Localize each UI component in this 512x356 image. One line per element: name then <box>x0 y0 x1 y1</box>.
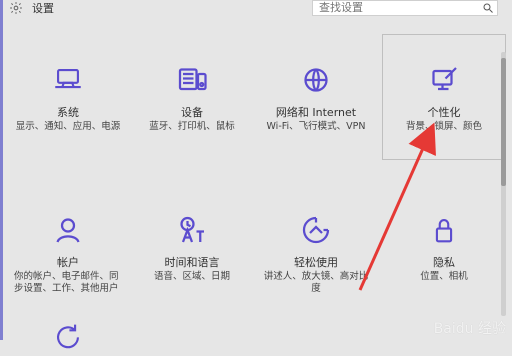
tile-description: 显示、通知、应用、电源 <box>15 121 121 132</box>
globe-icon <box>296 60 336 100</box>
watermark: Baidu 经验 <box>433 321 506 337</box>
tile-time-language[interactable]: 时间和语言 语音、区域、日期 <box>130 184 254 310</box>
tile-description: Wi-Fi、飞行模式、VPN <box>266 121 366 132</box>
time-language-icon <box>172 210 212 250</box>
tile-title: 轻松使用 <box>294 256 338 269</box>
tile-ease-of-access[interactable]: 轻松使用 讲述人、放大镜、高对比度 <box>254 184 378 310</box>
tile-description: 背景、锁屏、颜色 <box>405 121 482 132</box>
tile-title: 设备 <box>181 106 203 119</box>
tile-description: 位置、相机 <box>420 271 468 282</box>
tile-network[interactable]: 网络和 Internet Wi-Fi、飞行模式、VPN <box>254 34 378 160</box>
tile-title: 时间和语言 <box>164 256 220 269</box>
tile-description: 你的帐户、电子邮件、同步设置、工作、其他用户 <box>14 271 119 294</box>
tile-devices[interactable]: 设备 蓝牙、打印机、鼠标 <box>130 34 254 160</box>
ease-of-access-icon <box>296 210 336 250</box>
tile-title: 帐户 <box>57 256 79 269</box>
scrollbar-thumb[interactable] <box>501 58 506 186</box>
tile-description: 讲述人、放大镜、高对比度 <box>263 271 369 294</box>
search-input[interactable] <box>313 1 482 15</box>
lock-icon <box>424 210 464 250</box>
tile-personalization[interactable]: 个性化 背景、锁屏、颜色 <box>382 34 506 160</box>
tile-system[interactable]: 系统 显示、通知、应用、电源 <box>6 34 130 160</box>
devices-icon <box>172 60 212 100</box>
gear-icon <box>8 0 24 16</box>
tile-title: 隐私 <box>433 256 455 269</box>
user-icon <box>48 210 88 250</box>
settings-header: 设置 <box>8 0 54 16</box>
tile-title: 个性化 <box>427 106 461 119</box>
search-box[interactable] <box>312 0 498 16</box>
refresh-icon <box>48 316 88 356</box>
laptop-icon <box>48 60 88 100</box>
tile-privacy[interactable]: 隐私 位置、相机 <box>382 184 506 310</box>
tile-title: 系统 <box>57 106 79 119</box>
tile-update-security[interactable] <box>6 310 130 349</box>
tile-description: 语音、区域、日期 <box>153 271 230 282</box>
scrollbar[interactable] <box>501 52 506 316</box>
search-icon[interactable] <box>482 1 494 15</box>
settings-grid: 系统 显示、通知、应用、电源 设备 蓝牙、打印机、鼠标 网络和 Internet… <box>0 34 512 349</box>
tile-title: 网络和 Internet <box>275 106 357 119</box>
page-title: 设置 <box>32 2 54 15</box>
tile-description: 蓝牙、打印机、鼠标 <box>149 121 235 132</box>
tile-accounts[interactable]: 帐户 你的帐户、电子邮件、同步设置、工作、其他用户 <box>6 184 130 310</box>
paint-icon <box>424 60 464 100</box>
